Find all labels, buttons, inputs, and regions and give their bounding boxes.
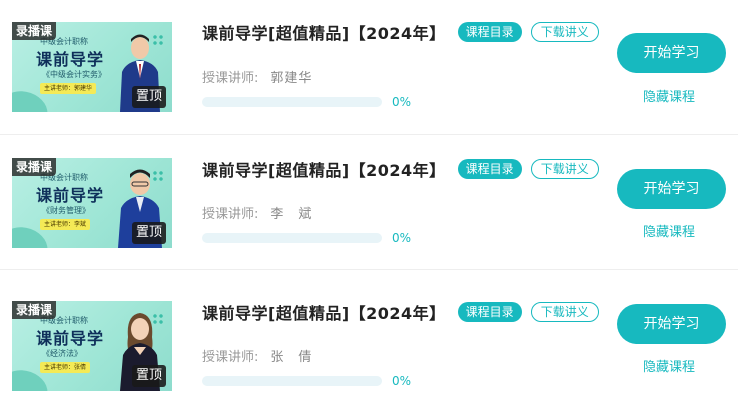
teacher-name: 张 倩 — [270, 350, 313, 365]
thumb-teacher-pill: 主讲老师：张倩 — [40, 362, 91, 373]
progress-percent: 0% — [392, 95, 412, 109]
thumb-tagline: 《中级会计实务》 — [42, 70, 106, 79]
course-title[interactable]: 课前导学[超值精品]【2024年】 — [202, 300, 446, 324]
recorded-badge: 录播课 — [12, 22, 57, 40]
course-title[interactable]: 课前导学[超值精品]【2024年】 — [202, 20, 446, 44]
thumb-teacher-pill: 主讲老师：郭建华 — [40, 83, 97, 94]
thumb-tagline: 《财务管理》 — [42, 206, 90, 215]
hide-course-link[interactable]: 隐藏课程 — [643, 356, 695, 375]
progress-bar — [202, 376, 382, 386]
thumb-title: 课前导学 — [36, 186, 105, 205]
teacher-label: 授课讲师: — [202, 207, 259, 222]
course-card: 中级会计职称 课前导学 《经济法》 主讲老师：张倩 录播课 置顶 课前导学[超值… — [0, 270, 738, 405]
course-thumbnail[interactable]: 中级会计职称 课前导学 《经济法》 主讲老师：张倩 录播课 置顶 — [12, 301, 172, 391]
teacher-label: 授课讲师: — [202, 350, 259, 365]
course-thumbnail[interactable]: 中级会计职称 课前导学 《财务管理》 主讲老师：李斌 录播课 置顶 — [12, 158, 172, 248]
teacher-label: 授课讲师: — [202, 71, 259, 86]
catalog-button[interactable]: 课程目录 — [457, 22, 522, 42]
course-title-row: 课前导学[超值精品]【2024年】 课程目录 下载讲义 — [202, 157, 599, 181]
pin-top-tag[interactable]: 置顶 — [131, 365, 166, 387]
thumb-tagline: 《经济法》 — [42, 349, 82, 358]
start-learning-button[interactable]: 开始学习 — [617, 169, 726, 209]
thumb-title: 课前导学 — [36, 329, 105, 348]
teacher-name: 李 斌 — [270, 207, 313, 222]
teacher-name: 郭建华 — [270, 71, 313, 86]
course-title-row: 课前导学[超值精品]【2024年】 课程目录 下载讲义 — [202, 300, 599, 324]
hide-course-link[interactable]: 隐藏课程 — [643, 86, 695, 105]
recorded-badge: 录播课 — [12, 158, 57, 176]
hide-course-link[interactable]: 隐藏课程 — [643, 221, 695, 240]
catalog-button[interactable]: 课程目录 — [457, 159, 522, 179]
course-card: 中级会计职称 课前导学 《财务管理》 主讲老师：李斌 录播课 置顶 课前导学[超… — [0, 135, 738, 270]
course-card: 中级会计职称 课前导学 《中级会计实务》 主讲老师：郭建华 录播课 置顶 课前导… — [0, 0, 738, 135]
download-handout-button[interactable]: 下载讲义 — [530, 22, 599, 42]
teacher-info: 授课讲师: 张 倩 — [202, 346, 312, 365]
pin-top-tag[interactable]: 置顶 — [131, 222, 166, 244]
course-title-row: 课前导学[超值精品]【2024年】 课程目录 下载讲义 — [202, 20, 599, 44]
recorded-badge: 录播课 — [12, 301, 57, 319]
teacher-info: 授课讲师: 郭建华 — [202, 67, 312, 86]
start-learning-button[interactable]: 开始学习 — [617, 33, 726, 73]
course-thumbnail[interactable]: 中级会计职称 课前导学 《中级会计实务》 主讲老师：郭建华 录播课 置顶 — [12, 22, 172, 112]
pin-top-tag[interactable]: 置顶 — [131, 86, 166, 108]
download-handout-button[interactable]: 下载讲义 — [530, 302, 599, 322]
thumb-teacher-pill: 主讲老师：李斌 — [40, 219, 91, 230]
progress-bar — [202, 233, 382, 243]
course-list: 中级会计职称 课前导学 《中级会计实务》 主讲老师：郭建华 录播课 置顶 课前导… — [0, 0, 738, 408]
catalog-button[interactable]: 课程目录 — [457, 302, 522, 322]
progress-bar — [202, 97, 382, 107]
download-handout-button[interactable]: 下载讲义 — [530, 159, 599, 179]
start-learning-button[interactable]: 开始学习 — [617, 304, 726, 344]
course-title[interactable]: 课前导学[超值精品]【2024年】 — [202, 157, 446, 181]
progress-percent: 0% — [392, 374, 412, 388]
teacher-info: 授课讲师: 李 斌 — [202, 203, 312, 222]
progress-percent: 0% — [392, 231, 412, 245]
thumb-title: 课前导学 — [36, 50, 105, 69]
